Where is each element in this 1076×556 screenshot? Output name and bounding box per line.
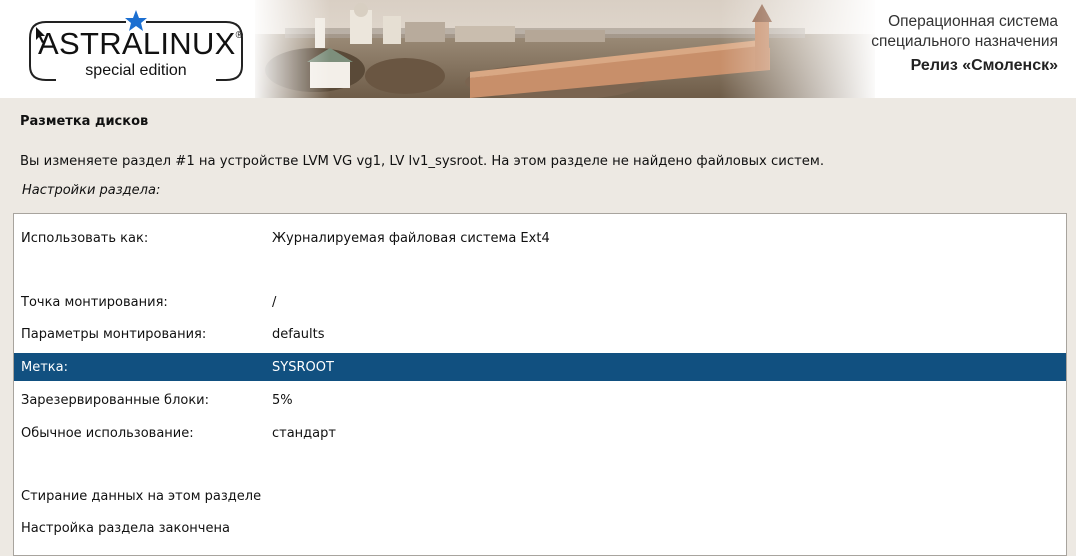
partition-settings-list[interactable]: Использовать как: Журналируемая файловая… <box>13 213 1067 556</box>
setting-value: стандарт <box>272 426 336 441</box>
setting-value: SYSROOT <box>272 360 334 375</box>
logo-wordmark: ASTRALINUX® <box>38 26 244 61</box>
setting-use-as[interactable]: Использовать как: Журналируемая файловая… <box>14 224 1066 252</box>
setting-value: / <box>272 295 277 310</box>
setting-key: Настройка раздела закончена <box>21 521 230 536</box>
setting-done[interactable]: Настройка раздела закончена <box>14 514 1066 542</box>
page-description: Вы изменяете раздел #1 на устройстве LVM… <box>20 154 825 169</box>
logo-subtitle: special edition <box>85 62 187 79</box>
setting-key: Стирание данных на этом разделе <box>21 489 262 504</box>
os-line-1: Операционная система <box>888 13 1058 30</box>
registered-mark: ® <box>235 30 244 41</box>
setting-key: Точка монтирования: <box>21 295 168 310</box>
astralinux-logo: ASTRALINUX® special edition <box>26 10 246 90</box>
header-banner: ASTRALINUX® special edition Операционная… <box>0 0 1076 98</box>
setting-mount-point[interactable]: Точка монтирования: / <box>14 288 1066 316</box>
setting-value: 5% <box>272 393 293 408</box>
setting-key: Зарезервированные блоки: <box>21 393 210 408</box>
setting-value: Журналируемая файловая система Ext4 <box>272 231 550 246</box>
setting-key: Метка: <box>21 360 68 375</box>
os-line-2: специального назначения <box>871 33 1058 50</box>
setting-typical-usage[interactable]: Обычное использование: стандарт <box>14 419 1066 447</box>
setting-key: Использовать как: <box>21 231 149 246</box>
setting-reserved-blocks[interactable]: Зарезервированные блоки: 5% <box>14 386 1066 414</box>
setting-key: Параметры монтирования: <box>21 327 207 342</box>
os-description: Операционная система специального назнач… <box>871 12 1058 76</box>
settings-subtitle: Настройки раздела: <box>22 183 161 198</box>
setting-mount-options[interactable]: Параметры монтирования: defaults <box>14 320 1066 348</box>
setting-erase-data[interactable]: Стирание данных на этом разделе <box>14 482 1066 510</box>
setting-key: Обычное использование: <box>21 426 194 441</box>
setting-label[interactable]: Метка: SYSROOT <box>14 353 1066 381</box>
release-name: Релиз «Смоленск» <box>910 57 1058 74</box>
setting-value: defaults <box>272 327 325 342</box>
page-title: Разметка дисков <box>20 114 149 129</box>
